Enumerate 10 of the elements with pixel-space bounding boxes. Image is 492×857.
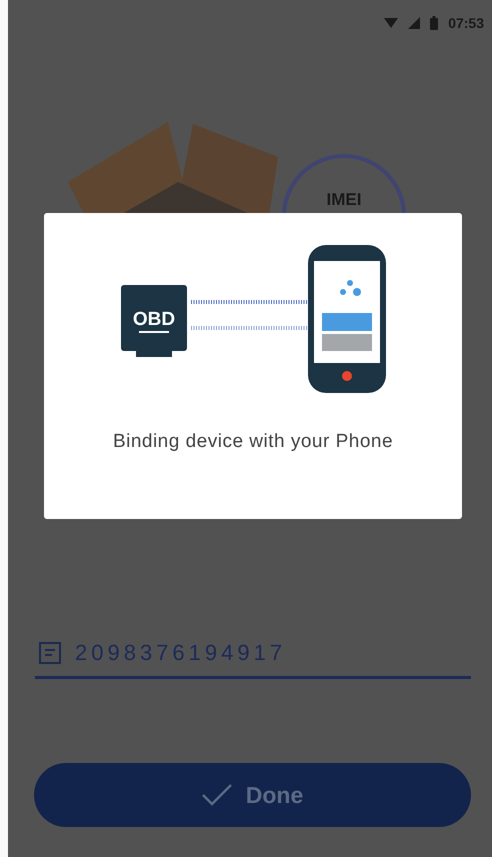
wifi-icon bbox=[384, 17, 398, 29]
done-button[interactable]: Done bbox=[34, 763, 471, 827]
imei-label: IMEI bbox=[326, 190, 362, 210]
signal-icon bbox=[408, 17, 420, 29]
status-time: 07:53 bbox=[448, 15, 484, 31]
obd-phone-pairing-drawing: OBD bbox=[121, 245, 391, 395]
note-icon bbox=[39, 642, 61, 664]
battery-icon bbox=[430, 16, 438, 30]
check-icon bbox=[202, 784, 232, 806]
dialog-message: Binding device with your Phone bbox=[112, 430, 394, 454]
